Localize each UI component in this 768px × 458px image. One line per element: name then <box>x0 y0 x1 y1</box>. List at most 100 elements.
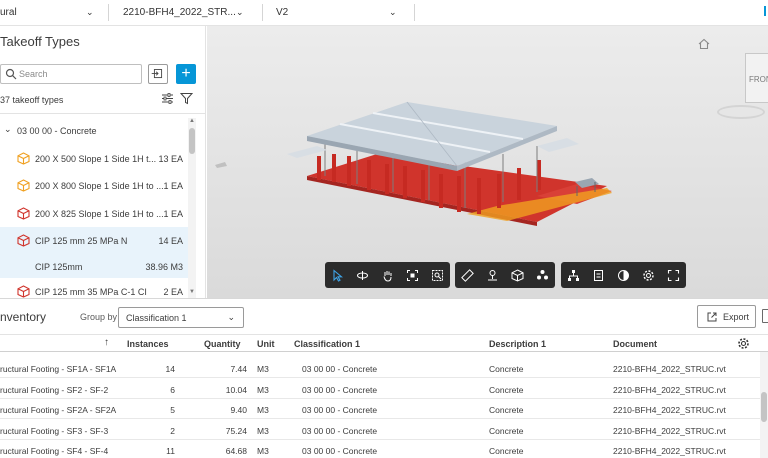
inventory-title: nventory <box>0 310 47 324</box>
cube-icon <box>17 207 30 220</box>
column-header-instances[interactable]: Instances <box>127 339 169 349</box>
cell-instances: 6 <box>170 385 175 395</box>
zoom-window-button[interactable] <box>425 262 450 288</box>
fit-view-button[interactable] <box>400 262 425 288</box>
fullscreen-icon <box>667 269 680 281</box>
list-item[interactable]: 200 X 825 Slope 1 Side 1H to ... 1 EA <box>0 200 188 227</box>
adjust-icon[interactable] <box>161 92 174 105</box>
filter-icon[interactable] <box>180 92 193 105</box>
cell-name: ructural Footing - SF2 - SF-2 <box>0 385 109 395</box>
cell-unit: M3 <box>257 405 269 415</box>
divider <box>262 4 263 21</box>
model-viewer[interactable]: FRONT <box>207 26 768 298</box>
viewcube[interactable]: FRONT <box>717 51 768 131</box>
chevron-down-icon: ⌄ <box>4 124 12 134</box>
orbit-icon <box>357 270 368 280</box>
orbit-tool-button[interactable] <box>350 262 375 288</box>
list-subitem[interactable]: CIP 125mm 38.96 M3 <box>0 254 188 278</box>
column-header-unit[interactable]: Unit <box>257 339 275 349</box>
table-row[interactable]: ructural Footing - SF1A - SF1A 14 7.44 M… <box>0 358 768 378</box>
scrollbar-thumb[interactable] <box>189 128 195 154</box>
cell-name: ructural Footing - SF4 - SF-4 <box>0 446 109 456</box>
table-row[interactable]: ructural Footing - SF3 - SF-3 2 75.24 M3… <box>0 420 768 440</box>
item-name: 200 X 825 Slope 1 Side 1H to ... <box>35 209 164 219</box>
section-button[interactable] <box>480 262 505 288</box>
model-structure-button[interactable] <box>561 262 586 288</box>
group-by-value: Classification 1 <box>126 313 187 323</box>
item-quantity: 2 EA <box>163 287 183 297</box>
group-by-select[interactable]: Classification 1 ⌄ <box>118 307 244 328</box>
table-row[interactable]: ructural Footing - SF4 - SF-4 11 64.68 M… <box>0 440 768 458</box>
cube-icon <box>17 234 30 247</box>
search-icon <box>5 68 17 80</box>
scroll-down-arrow-icon[interactable]: ▼ <box>188 289 196 297</box>
export-button[interactable]: Export <box>697 305 756 328</box>
item-name: 200 X 500 Slope 1 Side 1H t... <box>35 154 157 164</box>
chevron-down-icon: ⌄ <box>389 7 397 17</box>
cell-document: 2210-BFH4_2022_STRUC.rvt <box>613 446 726 456</box>
takeoff-types-panel: Takeoff Types Search + 37 takeoff types … <box>0 26 206 298</box>
version-dropdown-label: V2 <box>276 7 289 18</box>
subitem-name: CIP 125mm <box>35 262 83 272</box>
render-icon <box>618 269 629 281</box>
model-dropdown[interactable]: 2210-BFH4_2022_STR... ⌄ <box>123 0 253 25</box>
add-takeoff-type-button[interactable]: + <box>176 64 196 84</box>
table-row[interactable]: ructural Footing - SF2A - SF2A 5 9.40 M3… <box>0 399 768 419</box>
home-icon[interactable] <box>697 37 711 51</box>
model-browser-button[interactable] <box>505 262 530 288</box>
explode-button[interactable] <box>530 262 555 288</box>
cell-description: Concrete <box>489 426 524 436</box>
render-button[interactable] <box>611 262 636 288</box>
group-concrete[interactable]: ⌄ 03 00 00 - Concrete <box>0 124 188 138</box>
column-header-quantity[interactable]: Quantity <box>204 339 241 349</box>
measure-button[interactable] <box>455 262 480 288</box>
cell-document: 2210-BFH4_2022_STRUC.rvt <box>613 364 726 374</box>
table-header: ↑ Instances Quantity Unit Classification… <box>0 334 768 352</box>
gear-icon[interactable] <box>737 337 750 350</box>
panel-icon[interactable] <box>762 309 768 323</box>
cell-name: ructural Footing - SF1A - SF1A <box>0 364 117 374</box>
zoom-window-icon <box>432 269 443 281</box>
column-header-classification[interactable]: Classification 1 <box>294 339 360 349</box>
cell-quantity: 75.24 <box>225 426 247 436</box>
list-item[interactable]: 200 X 500 Slope 1 Side 1H t... 13 EA <box>0 145 188 172</box>
cube-icon <box>17 152 30 165</box>
list-item[interactable]: 200 X 800 Slope 1 Side 1H to ... 1 EA <box>0 172 188 199</box>
item-quantity: 1 EA <box>163 181 183 191</box>
column-header-document[interactable]: Document <box>613 339 657 349</box>
settings-button[interactable] <box>636 262 661 288</box>
table-scrollbar-thumb[interactable] <box>761 392 767 422</box>
item-name: CIP 125 mm 35 MPa C-1 CI <box>35 287 147 297</box>
search-input[interactable]: Search <box>0 64 142 84</box>
divider <box>0 113 205 114</box>
cell-instances: 14 <box>165 364 175 374</box>
list-item[interactable]: CIP 125 mm 25 MPa N 14 EA <box>0 227 188 254</box>
table-row[interactable]: ructural Footing - SF2 - SF-2 6 10.04 M3… <box>0 379 768 399</box>
top-bar: ural ⌄ 2210-BFH4_2022_STR... ⌄ V2 ⌄ <box>0 0 768 26</box>
subitem-quantity: 38.96 M3 <box>145 262 183 272</box>
fullscreen-button[interactable] <box>661 262 686 288</box>
column-header-description[interactable]: Description 1 <box>489 339 546 349</box>
select-tool-button[interactable] <box>325 262 350 288</box>
viewcube-ring <box>717 105 765 119</box>
discipline-dropdown[interactable]: ural ⌄ <box>0 0 100 25</box>
pan-tool-button[interactable] <box>375 262 400 288</box>
cell-document: 2210-BFH4_2022_STRUC.rvt <box>613 385 726 395</box>
table-scrollbar[interactable] <box>760 352 768 458</box>
building-model[interactable] <box>207 26 768 298</box>
import-button[interactable] <box>148 64 168 84</box>
discipline-dropdown-label: ural <box>0 7 17 18</box>
model-dropdown-label: 2210-BFH4_2022_STR... <box>123 7 236 18</box>
scrollbar[interactable]: ▲ ▼ <box>188 118 196 298</box>
hand-icon <box>383 270 392 282</box>
scroll-up-arrow-icon[interactable]: ▲ <box>188 118 196 126</box>
properties-button[interactable] <box>586 262 611 288</box>
sort-arrow-icon[interactable]: ↑ <box>104 337 109 348</box>
chevron-down-icon: ⌄ <box>227 312 235 322</box>
item-quantity: 1 EA <box>163 209 183 219</box>
import-icon <box>151 69 163 79</box>
version-dropdown[interactable]: V2 ⌄ <box>276 0 406 25</box>
cell-unit: M3 <box>257 426 269 436</box>
list-item[interactable]: CIP 125 mm 35 MPa C-1 CI 2 EA <box>0 278 188 298</box>
explode-icon <box>537 269 548 279</box>
